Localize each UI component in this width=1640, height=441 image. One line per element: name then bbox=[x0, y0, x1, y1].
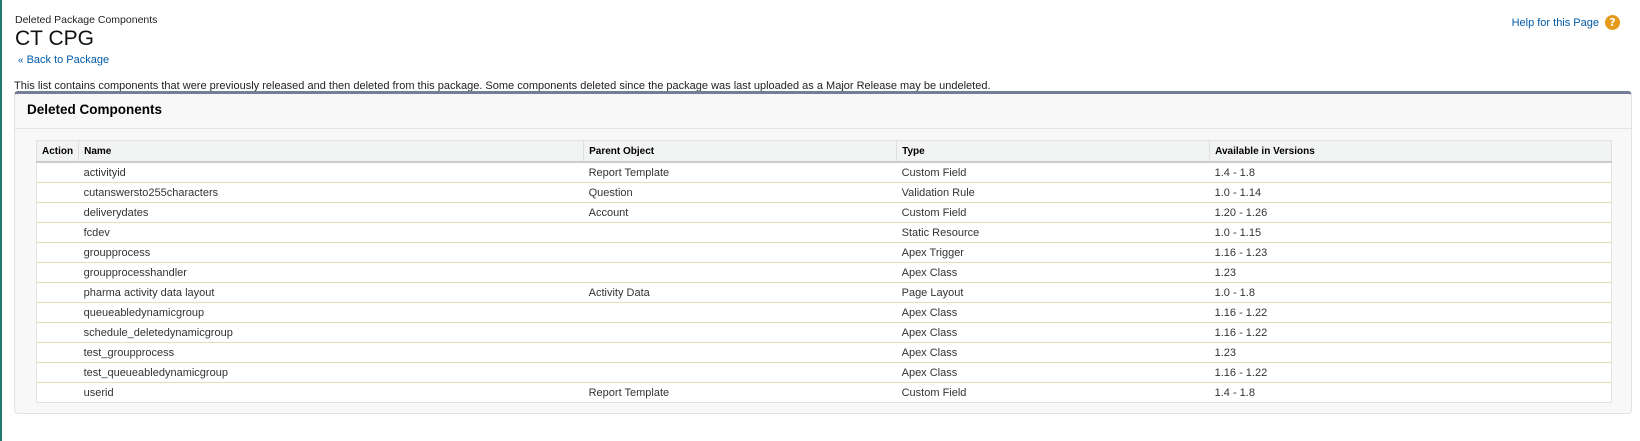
table-row: activityid Report Template Custom Field 1.4… bbox=[36, 162, 1612, 183]
left-edge-bar bbox=[0, 0, 2, 441]
cell-versions: 1.23 bbox=[1209, 342, 1612, 363]
table-row: queueabledynamicgroup Apex Class 1.16 - 1.… bbox=[36, 302, 1612, 323]
cell-action bbox=[36, 282, 79, 303]
cell-versions: 1.0 - 1.15 bbox=[1209, 222, 1612, 243]
cell-action bbox=[36, 202, 79, 223]
column-header-parent-object[interactable]: Parent Object bbox=[583, 140, 898, 163]
table-row: schedule_deletedynamicgroup Apex Class 1.1… bbox=[36, 322, 1612, 343]
cell-action bbox=[36, 262, 79, 283]
double-chevron-left-icon: « bbox=[18, 55, 24, 66]
column-header-name[interactable]: Name bbox=[78, 140, 585, 163]
cell-type: Custom Field bbox=[896, 202, 1210, 223]
cell-versions: 1.0 - 1.8 bbox=[1209, 282, 1612, 303]
page-eyebrow: Deleted Package Components bbox=[15, 14, 158, 26]
table-row: groupprocesshandler Apex Class 1.23 bbox=[36, 262, 1612, 283]
column-header-available-versions[interactable]: Available in Versions bbox=[1209, 140, 1612, 163]
table-body: activityid Report Template Custom Field 1.4… bbox=[36, 162, 1612, 403]
cell-name: test_groupprocess bbox=[78, 342, 584, 363]
table-header-row: Action Name Parent Object Type Available… bbox=[36, 140, 1612, 163]
cell-versions: 1.23 bbox=[1209, 262, 1612, 283]
help-container: Help for this Page ? bbox=[1512, 15, 1620, 30]
cell-name: groupprocess bbox=[78, 242, 584, 263]
table-row: pharma activity data layout Activity Data… bbox=[36, 282, 1612, 303]
table-row: cutanswersto255characters Question Validat… bbox=[36, 182, 1612, 203]
cell-versions: 1.16 - 1.22 bbox=[1209, 302, 1612, 323]
cell-name: queueabledynamicgroup bbox=[78, 302, 584, 323]
cell-parent-object bbox=[583, 222, 897, 243]
cell-name: deliverydates bbox=[78, 202, 584, 223]
panel-title: Deleted Components bbox=[27, 102, 163, 117]
cell-name: groupprocesshandler bbox=[78, 262, 584, 283]
cell-type: Validation Rule bbox=[896, 182, 1210, 203]
cell-parent-object: Report Template bbox=[588, 386, 670, 399]
cell-versions: 1.4 - 1.8 bbox=[1214, 386, 1255, 399]
cell-parent-object: Activity Data bbox=[583, 282, 897, 303]
cell-parent-object: Report Template bbox=[583, 162, 897, 183]
cell-parent-object: Account bbox=[583, 202, 897, 223]
back-to-package-link[interactable]: Back to Package bbox=[27, 54, 110, 66]
cell-name: userid bbox=[83, 386, 114, 399]
page-title: CT CPG bbox=[15, 27, 94, 50]
back-link-container: «Back to Package bbox=[18, 54, 109, 66]
cell-action bbox=[36, 162, 79, 183]
column-header-action[interactable]: Action bbox=[36, 140, 80, 163]
cell-type: Apex Trigger bbox=[896, 242, 1210, 263]
table-row: userid Report Template Custom Field 1.4 - 1… bbox=[37, 383, 1612, 403]
cell-type: Custom Field bbox=[901, 386, 967, 399]
cell-action bbox=[36, 322, 79, 343]
table-row: deliverydates Account Custom Field 1.20 - 1… bbox=[36, 202, 1612, 223]
cell-parent-object bbox=[583, 242, 897, 263]
cell-action bbox=[36, 242, 79, 263]
help-icon[interactable]: ? bbox=[1605, 15, 1620, 30]
cell-versions: 1.16 - 1.22 bbox=[1209, 362, 1612, 383]
cell-type: Apex Class bbox=[896, 362, 1210, 383]
cell-name: pharma activity data layout bbox=[78, 282, 584, 303]
cell-type: Page Layout bbox=[896, 282, 1210, 303]
cell-action bbox=[36, 362, 79, 383]
cell-versions: 1.20 - 1.26 bbox=[1209, 202, 1612, 223]
cell-type: Apex Class bbox=[896, 342, 1210, 363]
help-link[interactable]: Help for this Page bbox=[1512, 17, 1599, 29]
cell-action bbox=[36, 182, 79, 203]
cell-parent-object bbox=[583, 322, 897, 343]
deleted-components-table: Action Name Parent Object Type Available… bbox=[36, 140, 1612, 403]
cell-type: Apex Class bbox=[896, 322, 1210, 343]
cell-name: cutanswersto255characters bbox=[78, 182, 584, 203]
cell-parent-object bbox=[583, 342, 897, 363]
deleted-components-panel: Deleted Components Action Name Parent Ob… bbox=[14, 91, 1632, 414]
cell-versions: 1.4 - 1.8 bbox=[1209, 162, 1612, 183]
cell-parent-object bbox=[583, 262, 897, 283]
column-header-type[interactable]: Type bbox=[896, 140, 1211, 163]
cell-parent-object bbox=[583, 302, 897, 323]
table-row: test_queueabledynamicgroup Apex Class 1.16… bbox=[36, 362, 1612, 383]
cell-name: schedule_deletedynamicgroup bbox=[78, 322, 584, 343]
cell-name: test_queueabledynamicgroup bbox=[78, 362, 584, 383]
table-row: test_groupprocess Apex Class 1.23 bbox=[36, 342, 1612, 363]
cell-action bbox=[37, 383, 79, 403]
cell-versions: 1.16 - 1.23 bbox=[1209, 242, 1612, 263]
cell-action bbox=[36, 302, 79, 323]
cell-versions: 1.16 - 1.22 bbox=[1209, 322, 1612, 343]
cell-parent-object bbox=[583, 362, 897, 383]
cell-type: Apex Class bbox=[896, 302, 1210, 323]
page-header: Deleted Package Components CT CPG bbox=[15, 14, 157, 51]
cell-action bbox=[36, 342, 79, 363]
cell-parent-object: Question bbox=[583, 182, 897, 203]
cell-type: Apex Class bbox=[896, 262, 1210, 283]
panel-divider bbox=[15, 128, 1631, 129]
cell-action bbox=[36, 222, 79, 243]
cell-type: Static Resource bbox=[896, 222, 1210, 243]
cell-name: fcdev bbox=[78, 222, 584, 243]
table-row: groupprocess Apex Trigger 1.16 - 1.23 bbox=[36, 242, 1612, 263]
cell-type: Custom Field bbox=[896, 162, 1210, 183]
table-row: fcdev Static Resource 1.0 - 1.15 bbox=[36, 222, 1612, 243]
cell-versions: 1.0 - 1.14 bbox=[1209, 182, 1612, 203]
cell-name: activityid bbox=[78, 162, 584, 183]
